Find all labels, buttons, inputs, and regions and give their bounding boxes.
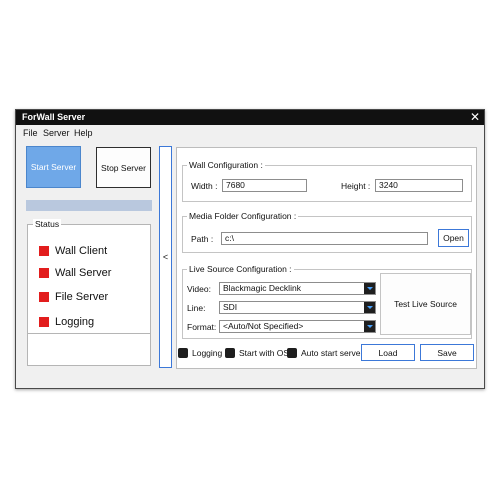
window-title: ForWall Server [22, 112, 86, 122]
log-output-box[interactable] [27, 333, 151, 366]
checkbox-icon [287, 348, 297, 358]
video-label: Video: [187, 284, 211, 294]
status-group: Status Wall Client Wall Server File Serv… [27, 219, 151, 334]
format-label: Format: [187, 322, 217, 332]
collapse-panel-button[interactable]: < [159, 146, 172, 368]
media-folder-title: Media Folder Configuration : [187, 211, 299, 221]
status-item-wall-client: Wall Client [39, 244, 107, 258]
server-progress-bar [26, 200, 152, 211]
status-item-label: Logging [55, 316, 95, 328]
menu-server[interactable]: Server [43, 128, 70, 138]
menu-help[interactable]: Help [74, 128, 93, 138]
start-with-os-checkbox[interactable]: Start with OS [225, 348, 289, 358]
format-select[interactable]: <Auto/Not Specified> [219, 320, 376, 333]
status-item-wall-server: Wall Server [39, 266, 111, 280]
status-item-label: Wall Server [55, 267, 112, 279]
title-bar: ForWall Server ✕ [16, 110, 484, 125]
start-with-os-label: Start with OS [239, 348, 290, 358]
video-select[interactable]: Blackmagic Decklink [219, 282, 376, 295]
status-indicator-icon [39, 246, 49, 256]
checkbox-icon [225, 348, 235, 358]
auto-start-server-label: Auto start server [301, 348, 364, 358]
path-label: Path : [191, 234, 214, 244]
checkbox-icon [178, 348, 188, 358]
path-input[interactable]: c:\ [221, 232, 428, 245]
wall-configuration-title: Wall Configuration : [187, 160, 265, 170]
status-title: Status [33, 219, 62, 229]
status-item-label: File Server [55, 291, 109, 303]
app-window: ForWall Server ✕ File Server Help Start … [15, 109, 485, 389]
logging-checkbox[interactable]: Logging [178, 348, 222, 358]
live-source-group: Live Source Configuration : Video: Black… [182, 264, 472, 339]
status-indicator-icon [39, 292, 49, 302]
auto-start-server-checkbox[interactable]: Auto start server [287, 348, 363, 358]
menu-file[interactable]: File [23, 128, 38, 138]
stop-server-button[interactable]: Stop Server [96, 147, 151, 188]
status-item-file-server: File Server [39, 290, 108, 304]
configuration-panel: Wall Configuration : Width : 7680 Height… [176, 147, 477, 369]
video-select-value: Blackmagic Decklink [223, 283, 301, 293]
status-indicator-icon [39, 317, 49, 327]
logging-checkbox-label: Logging [192, 348, 223, 358]
chevron-down-icon [364, 302, 375, 313]
line-label: Line: [187, 303, 206, 313]
height-input[interactable]: 3240 [375, 179, 463, 192]
line-select[interactable]: SDI [219, 301, 376, 314]
format-select-value: <Auto/Not Specified> [223, 321, 304, 331]
open-folder-button[interactable]: Open [438, 229, 469, 247]
save-button[interactable]: Save [420, 344, 474, 361]
chevron-down-icon [364, 283, 375, 294]
close-icon[interactable]: ✕ [470, 110, 480, 124]
line-select-value: SDI [223, 302, 238, 312]
status-item-logging: Logging [39, 315, 94, 329]
height-label: Height : [341, 181, 371, 191]
start-server-button[interactable]: Start Server [26, 146, 81, 188]
status-indicator-icon [39, 268, 49, 278]
status-item-label: Wall Client [55, 245, 108, 257]
width-input[interactable]: 7680 [222, 179, 307, 192]
load-button[interactable]: Load [361, 344, 415, 361]
menu-bar: File Server Help [16, 125, 484, 141]
test-live-source-button[interactable]: Test Live Source [380, 273, 471, 335]
media-folder-group: Media Folder Configuration : Path : c:\ … [182, 211, 472, 253]
chevron-down-icon [364, 321, 375, 332]
wall-configuration-group: Wall Configuration : Width : 7680 Height… [182, 160, 472, 202]
width-label: Width : [191, 181, 218, 191]
live-source-title: Live Source Configuration : [187, 264, 294, 274]
